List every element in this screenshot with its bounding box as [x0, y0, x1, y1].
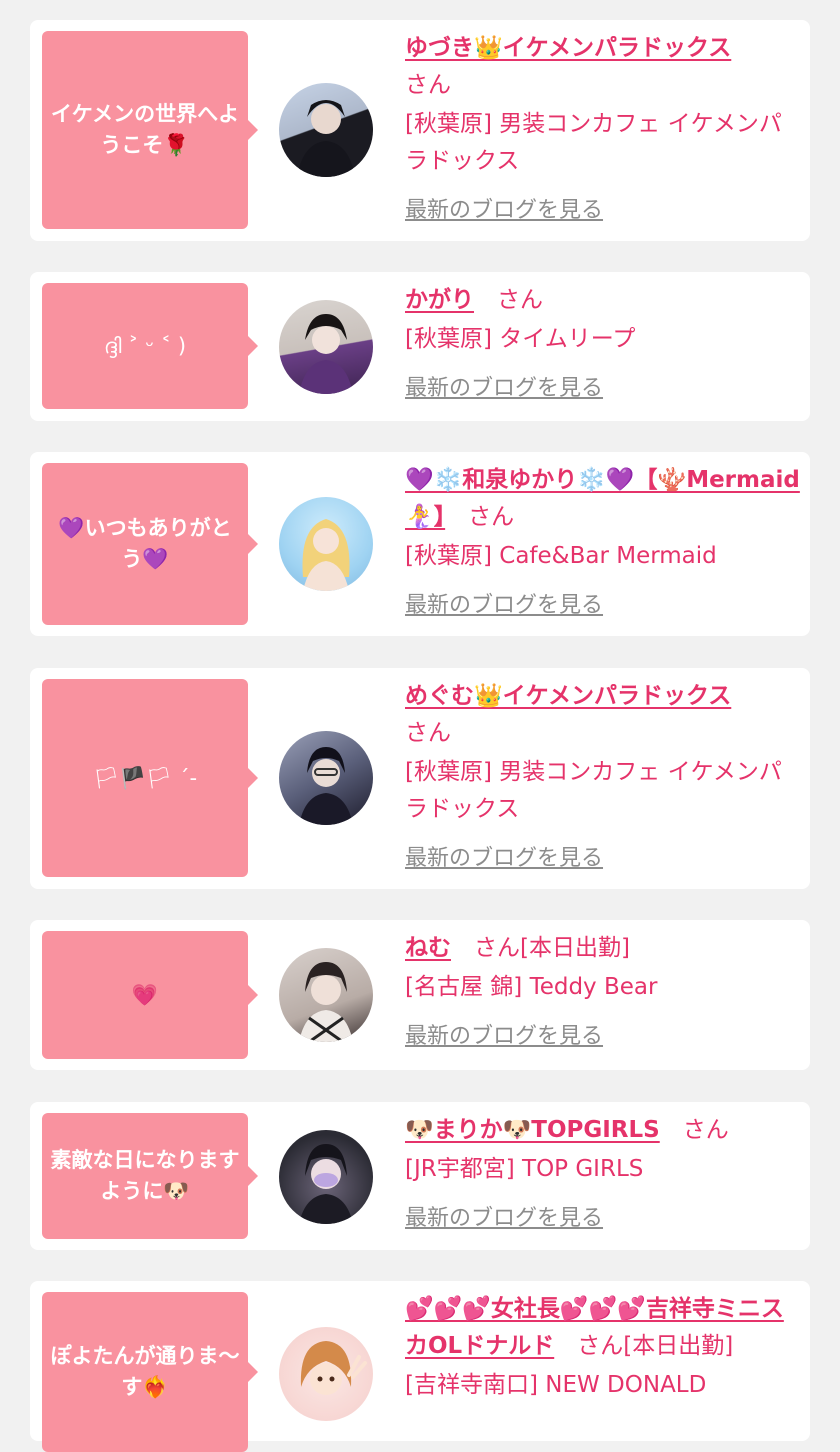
blog-card: 💜いつもありがとう💜 💜❄️和泉ゆかり❄️💜【🪸Mermaid🧜‍♀️】 さん … [30, 452, 810, 636]
blog-card: ぽよたんが通りま〜す❤️‍🔥 💕💕💕女社長💕💕💕吉祥寺ミニスカOLドナルド さん… [30, 1281, 810, 1452]
cast-name-link[interactable]: 💜❄️和泉ゆかり❄️💜【🪸Mermaid🧜‍♀️】 [405, 467, 800, 530]
cast-name-link[interactable]: 🐶まりか🐶TOPGIRLS [405, 1117, 660, 1143]
blog-card: 素敵な日になりますように🐶 🐶まりか🐶TOPGIRLS さん [JR宇都宮] T… [30, 1102, 810, 1250]
name-suffix: さん [405, 72, 451, 98]
latest-blog-link[interactable]: 最新のブログを見る [405, 192, 603, 229]
shop-label: [名古屋 錦] Teddy Bear [405, 974, 658, 1000]
latest-blog-link[interactable]: 最新のブログを見る [405, 1018, 603, 1055]
message-bubble: 🏳🏴🏳 ˊ- [42, 679, 258, 877]
card-info: 💕💕💕女社長💕💕💕吉祥寺ミニスカOLドナルド さん[本日出勤] [吉祥寺南口] … [405, 1291, 800, 1404]
avatar[interactable] [279, 497, 373, 591]
message-bubble: ぽよたんが通りま〜す❤️‍🔥 [42, 1292, 258, 1452]
message-bubble: 素敵な日になりますように🐶 [42, 1113, 258, 1239]
blog-card: 💗 ねむ さん[本日出勤] [名古屋 錦] Teddy Bear 最新のブログを… [30, 920, 810, 1070]
latest-blog-link[interactable]: 最新のブログを見る [405, 1200, 603, 1237]
cast-name-link[interactable]: かがり [405, 287, 474, 313]
shop-label: [JR宇都宮] TOP GIRLS [405, 1156, 644, 1182]
avatar[interactable] [279, 83, 373, 177]
message-bubble: 💗 [42, 931, 258, 1059]
message-bubble: イケメンの世界へようこそ🌹 [42, 31, 258, 229]
blog-card: イケメンの世界へようこそ🌹 ゆづき👑イケメンパラドックス さん [秋葉原] 男装… [30, 20, 810, 241]
avatar[interactable] [279, 1327, 373, 1421]
message-bubble: ദ്ദി ˃ ᵕ ˂ ) [42, 283, 258, 409]
avatar[interactable] [279, 300, 373, 394]
cast-name-link[interactable]: ゆづき👑イケメンパラドックス [405, 35, 731, 61]
shop-label: [秋葉原] 男装コンカフェ イケメンパラドックス [405, 759, 782, 822]
name-suffix: さん [682, 1117, 729, 1143]
shop-label: [秋葉原] タイムリープ [405, 326, 636, 352]
name-suffix: さん[本日出勤] [577, 1333, 734, 1359]
name-suffix: さん[本日出勤] [474, 935, 630, 961]
avatar[interactable] [279, 731, 373, 825]
cast-name-link[interactable]: ねむ [405, 935, 451, 961]
blog-card: ദ്ദി ˃ ᵕ ˂ ) かがり さん [秋葉原] タイムリープ 最新のブログを… [30, 272, 810, 421]
card-info: 🐶まりか🐶TOPGIRLS さん [JR宇都宮] TOP GIRLS 最新のブロ… [405, 1112, 800, 1237]
avatar[interactable] [279, 1130, 373, 1224]
shop-label: [秋葉原] Cafe&Bar Mermaid [405, 543, 717, 569]
blog-card: 🏳🏴🏳 ˊ- めぐむ👑イケメンパラドックス さん [秋葉原] 男装コンカフェ イ… [30, 668, 810, 889]
shop-label: [秋葉原] 男装コンカフェ イケメンパラドックス [405, 111, 782, 174]
card-info: かがり さん [秋葉原] タイムリープ 最新のブログを見る [405, 282, 800, 407]
message-text: 💗 [131, 982, 159, 1007]
card-info: 💜❄️和泉ゆかり❄️💜【🪸Mermaid🧜‍♀️】 さん [秋葉原] Cafe&… [405, 462, 800, 624]
shop-label: [吉祥寺南口] NEW DONALD [405, 1372, 707, 1398]
card-info: ゆづき👑イケメンパラドックス さん [秋葉原] 男装コンカフェ イケメンパラドッ… [405, 30, 800, 229]
name-suffix: さん [405, 720, 451, 746]
cast-name-link[interactable]: めぐむ👑イケメンパラドックス [405, 683, 731, 709]
message-bubble: 💜いつもありがとう💜 [42, 463, 258, 625]
card-info: めぐむ👑イケメンパラドックス さん [秋葉原] 男装コンカフェ イケメンパラドッ… [405, 678, 800, 877]
message-text: 素敵な日になりますように🐶 [50, 1148, 240, 1203]
name-suffix: さん [497, 287, 543, 313]
message-text: 🏳🏴🏳 ˊ- [92, 765, 198, 790]
latest-blog-link[interactable]: 最新のブログを見る [405, 370, 603, 407]
message-text: ദ്ദി ˃ ᵕ ˂ ) [103, 333, 187, 358]
avatar[interactable] [279, 948, 373, 1042]
message-text: 💜いつもありがとう💜 [58, 516, 232, 571]
name-suffix: さん [468, 504, 515, 530]
card-info: ねむ さん[本日出勤] [名古屋 錦] Teddy Bear 最新のブログを見る [405, 930, 800, 1055]
latest-blog-link[interactable]: 最新のブログを見る [405, 587, 603, 624]
message-text: イケメンの世界へようこそ🌹 [50, 102, 240, 157]
latest-blog-link[interactable]: 最新のブログを見る [405, 840, 603, 877]
message-text: ぽよたんが通りま〜す❤️‍🔥 [50, 1344, 240, 1399]
